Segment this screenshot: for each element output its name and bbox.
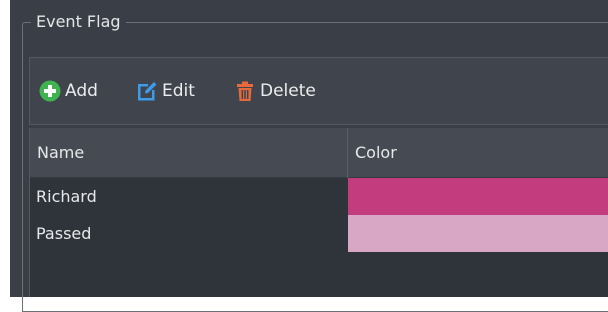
table-row[interactable]: Passed (30, 215, 608, 252)
column-header-color[interactable]: Color (348, 128, 608, 178)
trash-icon (234, 80, 256, 102)
color-swatch[interactable] (348, 178, 608, 215)
edit-icon (136, 80, 158, 102)
column-header-name[interactable]: Name (30, 128, 348, 178)
edit-button[interactable]: Edit (136, 78, 195, 104)
color-swatch[interactable] (348, 215, 608, 252)
add-button-label: Add (65, 81, 98, 101)
table-row[interactable]: Richard (30, 178, 608, 215)
name-cell: Richard (36, 187, 97, 206)
delete-button-label: Delete (260, 81, 316, 101)
event-flag-table: Name Color Richard Passed (29, 128, 608, 297)
delete-button[interactable]: Delete (234, 78, 316, 104)
name-cell: Passed (36, 224, 92, 243)
toolbar: Add Edit Delete (29, 57, 608, 125)
edit-button-label: Edit (162, 81, 195, 101)
table-header: Name Color (30, 128, 608, 178)
add-button[interactable]: Add (39, 78, 98, 104)
plus-circle-icon (39, 80, 61, 102)
groupbox-title: Event Flag (31, 11, 126, 33)
event-flag-window: Event Flag Add Edit Delete Name Color Ri… (0, 0, 608, 312)
